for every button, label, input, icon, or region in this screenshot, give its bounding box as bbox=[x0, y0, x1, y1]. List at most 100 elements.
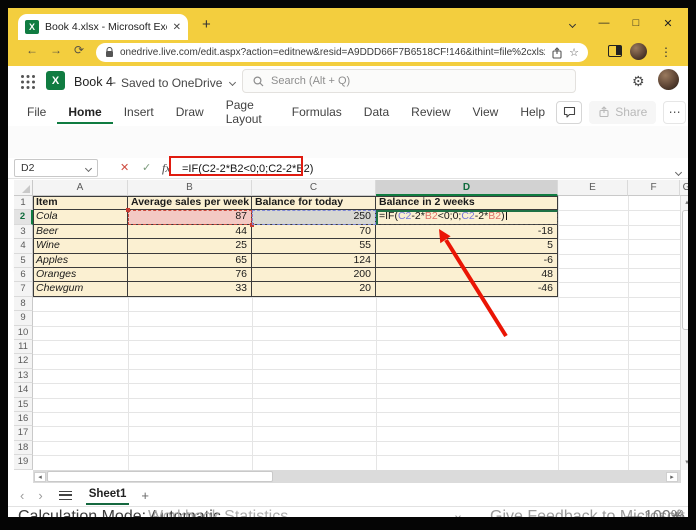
column-header-B[interactable]: B bbox=[128, 180, 252, 196]
name-box[interactable]: D2 bbox=[14, 159, 98, 177]
insert-function-icon[interactable]: fx bbox=[162, 161, 171, 176]
cell-B7[interactable]: 33 bbox=[128, 282, 252, 296]
row-header-17[interactable]: 17 bbox=[14, 426, 33, 440]
row-header-1[interactable]: 1 bbox=[14, 196, 33, 210]
cell-B3[interactable]: 44 bbox=[128, 225, 252, 239]
cell-D3[interactable]: -18 bbox=[376, 225, 558, 239]
column-header-G[interactable]: G bbox=[680, 180, 688, 196]
menu-draw[interactable]: Draw bbox=[165, 100, 215, 125]
column-header-F[interactable]: F bbox=[628, 180, 680, 196]
row-header-3[interactable]: 3 bbox=[14, 225, 33, 239]
bookmark-star-icon[interactable]: ☆ bbox=[569, 46, 579, 59]
scroll-left-arrow[interactable]: ◂ bbox=[34, 472, 46, 482]
cell-C4[interactable]: 55 bbox=[252, 239, 376, 253]
horizontal-scrollbar-thumb[interactable] bbox=[47, 471, 273, 482]
cell-B6[interactable]: 76 bbox=[128, 268, 252, 282]
menu-insert[interactable]: Insert bbox=[113, 100, 165, 125]
row-header-7[interactable]: 7 bbox=[14, 282, 33, 296]
row-header-10[interactable]: 10 bbox=[14, 326, 33, 340]
select-all-corner[interactable] bbox=[14, 180, 33, 196]
menu-help[interactable]: Help bbox=[509, 100, 556, 125]
cell-C2[interactable]: 250 bbox=[252, 210, 376, 224]
browser-menu-icon[interactable]: ⋮ bbox=[660, 45, 672, 59]
formula-bar-input[interactable]: =IF(C2-2*B2<0;0;C2-2*B2) bbox=[182, 163, 313, 175]
row-header-8[interactable]: 8 bbox=[14, 297, 33, 311]
more-commands-button[interactable]: ⋯ bbox=[663, 101, 686, 124]
cell-D5[interactable]: -6 bbox=[376, 254, 558, 268]
reload-icon[interactable]: ⟳ bbox=[74, 43, 84, 57]
row-header-12[interactable]: 12 bbox=[14, 354, 33, 368]
row-header-19[interactable]: 19 bbox=[14, 455, 33, 469]
cell-D7[interactable]: -46 bbox=[376, 282, 558, 296]
all-sheets-icon[interactable] bbox=[59, 491, 72, 500]
zoom-out-icon[interactable]: — bbox=[626, 508, 642, 517]
window-minimize-button[interactable]: — bbox=[596, 17, 612, 29]
cell-C6[interactable]: 200 bbox=[252, 268, 376, 282]
browser-tab[interactable]: X Book 4.xlsx - Microsoft Excel Onli ✕ bbox=[18, 14, 188, 40]
menu-data[interactable]: Data bbox=[353, 100, 400, 125]
confirm-entry-icon[interactable]: ✓ bbox=[142, 161, 151, 174]
cell-B5[interactable]: 65 bbox=[128, 254, 252, 268]
back-icon[interactable]: ← bbox=[26, 43, 38, 57]
menu-view[interactable]: View bbox=[462, 100, 510, 125]
column-header-A[interactable]: A bbox=[33, 180, 128, 196]
save-status[interactable]: Saved to OneDrive bbox=[121, 76, 235, 90]
window-close-button[interactable]: ✕ bbox=[660, 17, 676, 30]
cell-B4[interactable]: 25 bbox=[128, 239, 252, 253]
row-header-4[interactable]: 4 bbox=[14, 239, 33, 253]
scroll-right-arrow[interactable]: ▸ bbox=[666, 472, 678, 482]
new-tab-button[interactable]: + bbox=[202, 16, 211, 33]
status-chevron-icon[interactable] bbox=[456, 507, 460, 517]
cell-B1[interactable]: Average sales per week bbox=[128, 196, 252, 210]
row-header-16[interactable]: 16 bbox=[14, 412, 33, 426]
cell-B2[interactable]: 87 bbox=[128, 210, 252, 224]
chevron-down-icon[interactable] bbox=[564, 20, 580, 32]
browser-profile-avatar[interactable] bbox=[630, 43, 647, 60]
cell-A7[interactable]: Chewgum bbox=[33, 282, 128, 296]
row-header-5[interactable]: 5 bbox=[14, 254, 33, 268]
address-bar[interactable]: onedrive.live.com/edit.aspx?action=editn… bbox=[96, 43, 588, 62]
cell-C5[interactable]: 124 bbox=[252, 254, 376, 268]
split-screen-icon[interactable] bbox=[608, 45, 622, 57]
prev-sheet-icon[interactable]: ‹ bbox=[20, 488, 24, 503]
row-header-6[interactable]: 6 bbox=[14, 268, 33, 282]
menu-formulas[interactable]: Formulas bbox=[281, 100, 353, 125]
column-header-D[interactable]: D bbox=[376, 180, 558, 196]
cell-A5[interactable]: Apples bbox=[33, 254, 128, 268]
comments-button[interactable] bbox=[556, 101, 582, 124]
row-header-9[interactable]: 9 bbox=[14, 311, 33, 325]
zoom-in-icon[interactable]: + bbox=[672, 508, 681, 517]
share-button[interactable]: Share bbox=[589, 101, 656, 124]
menu-review[interactable]: Review bbox=[400, 100, 461, 125]
forward-icon[interactable]: → bbox=[50, 43, 62, 57]
row-header-18[interactable]: 18 bbox=[14, 441, 33, 455]
excel-logo-icon[interactable]: X bbox=[46, 71, 65, 90]
account-avatar[interactable] bbox=[658, 69, 679, 90]
row-header-13[interactable]: 13 bbox=[14, 369, 33, 383]
cell-D4[interactable]: 5 bbox=[376, 239, 558, 253]
row-header-2[interactable]: 2 bbox=[14, 210, 33, 224]
cell-D6[interactable]: 48 bbox=[376, 268, 558, 282]
cell-A6[interactable]: Oranges bbox=[33, 268, 128, 282]
share-page-icon[interactable] bbox=[551, 47, 563, 59]
row-header-11[interactable]: 11 bbox=[14, 340, 33, 354]
sheet-tab-sheet1[interactable]: Sheet1 bbox=[86, 486, 130, 505]
column-header-C[interactable]: C bbox=[252, 180, 376, 196]
cell-C1[interactable]: Balance for today bbox=[252, 196, 376, 210]
app-launcher-icon[interactable] bbox=[20, 74, 36, 90]
search-input[interactable]: Search (Alt + Q) bbox=[242, 69, 576, 93]
cancel-entry-icon[interactable]: ✕ bbox=[120, 161, 129, 174]
cell-A4[interactable]: Wine bbox=[33, 239, 128, 253]
next-sheet-icon[interactable]: › bbox=[38, 488, 42, 503]
cell-D2[interactable]: =IF(C2-2*B2<0;0;C2-2*B2) bbox=[376, 210, 558, 224]
row-header-14[interactable]: 14 bbox=[14, 383, 33, 397]
tab-close-icon[interactable]: ✕ bbox=[173, 22, 181, 33]
cell-A1[interactable]: Item bbox=[33, 196, 128, 210]
cell-D1[interactable]: Balance in 2 weeks bbox=[376, 196, 558, 210]
row-header-15[interactable]: 15 bbox=[14, 398, 33, 412]
cell-A2[interactable]: Cola bbox=[33, 210, 128, 224]
workbook-name[interactable]: Book 4 bbox=[74, 75, 113, 89]
cell-A3[interactable]: Beer bbox=[33, 225, 128, 239]
menu-file[interactable]: File bbox=[16, 100, 57, 125]
column-header-E[interactable]: E bbox=[558, 180, 628, 196]
